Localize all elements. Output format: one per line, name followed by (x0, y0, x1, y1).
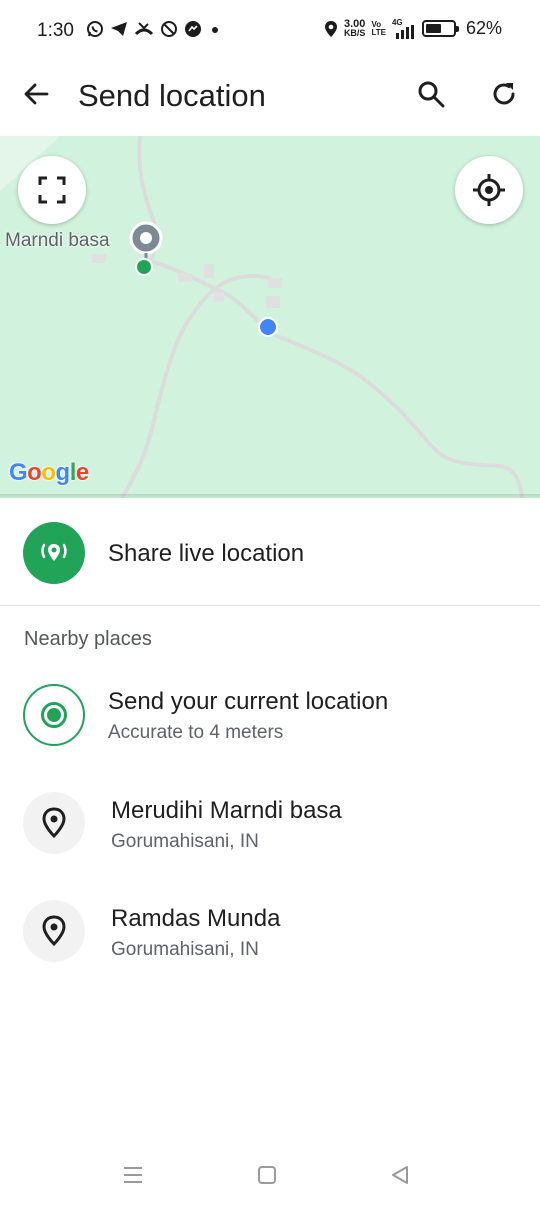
page-title: Send location (78, 78, 266, 113)
signal-icon: 4G (392, 18, 416, 39)
google-logo-letter: g (55, 459, 71, 486)
location-icon (324, 20, 337, 37)
current-location-accuracy: Accurate to 4 meters (108, 722, 284, 743)
search-button[interactable] (413, 76, 449, 112)
google-logo: Google (9, 459, 89, 487)
back-button[interactable] (18, 76, 54, 112)
back-icon (392, 1166, 408, 1184)
google-logo-letter: G (9, 459, 28, 486)
place-pin-icon (23, 900, 85, 962)
current-location-title: Send your current location (108, 688, 389, 715)
recents-icon (124, 1167, 142, 1183)
share-live-location-row[interactable]: Share live location (0, 500, 540, 606)
fullscreen-button[interactable] (18, 156, 86, 224)
status-time: 1:30 (37, 20, 74, 41)
place-row[interactable]: Merudihi Marndi basa Gorumahisani, IN (0, 778, 540, 878)
my-location-button[interactable] (455, 156, 523, 224)
missed-call-icon (134, 22, 154, 36)
place-title: Merudihi Marndi basa (111, 797, 342, 824)
fullscreen-icon (38, 176, 66, 204)
my-location-icon (473, 174, 505, 206)
place-subtitle: Gorumahisani, IN (111, 831, 259, 852)
map-place-label: Marndi basa (5, 230, 110, 251)
vpn-icon (161, 21, 177, 37)
refresh-icon (493, 83, 515, 105)
place-subtitle: Gorumahisani, IN (111, 939, 259, 960)
volte-bottom: LTE (371, 27, 386, 37)
status-bar: 1:30 3.00 KB/S Vo LTE 4G 62% (0, 0, 540, 62)
refresh-button[interactable] (486, 76, 522, 112)
battery-icon (421, 20, 459, 37)
system-nav-bar (0, 1146, 540, 1206)
battery-percent: 62% (465, 18, 502, 38)
google-logo-letter: e (75, 459, 89, 486)
volte-indicator: Vo LTE (371, 20, 386, 37)
recents-button[interactable] (118, 1160, 148, 1190)
map-pin-icon (129, 221, 163, 276)
send-current-location-row[interactable]: Send your current location Accurate to 4… (0, 670, 540, 770)
google-logo-letter: o (27, 459, 42, 486)
telegram-icon (111, 22, 127, 36)
place-title: Ramdas Munda (111, 905, 281, 932)
google-logo-letter: o (41, 459, 56, 486)
nav-back-button[interactable] (385, 1160, 415, 1190)
place-pin-icon (23, 792, 85, 854)
map-view[interactable]: Marndi basa Google (0, 136, 540, 498)
place-row[interactable]: Ramdas Munda Gorumahisani, IN (0, 886, 540, 986)
whatsapp-icon (87, 21, 103, 37)
share-live-location-label: Share live location (108, 540, 305, 567)
current-location-dot (258, 317, 278, 337)
net-speed: 3.00 KB/S (343, 18, 366, 38)
home-icon (258, 1166, 276, 1184)
more-notifications-dot (212, 27, 218, 33)
live-location-icon (23, 522, 85, 584)
system-icons: 3.00 KB/S Vo LTE 4G 62% (324, 18, 502, 39)
current-location-icon (23, 684, 85, 746)
home-button[interactable] (252, 1160, 282, 1190)
net-speed-unit: KB/S (343, 27, 366, 38)
back-arrow-icon (24, 83, 49, 105)
notification-icons (86, 20, 222, 38)
app-bar: Send location (0, 62, 540, 136)
search-icon (418, 81, 445, 108)
nearby-places-header: Nearby places (24, 628, 152, 650)
messenger-icon (185, 21, 201, 37)
